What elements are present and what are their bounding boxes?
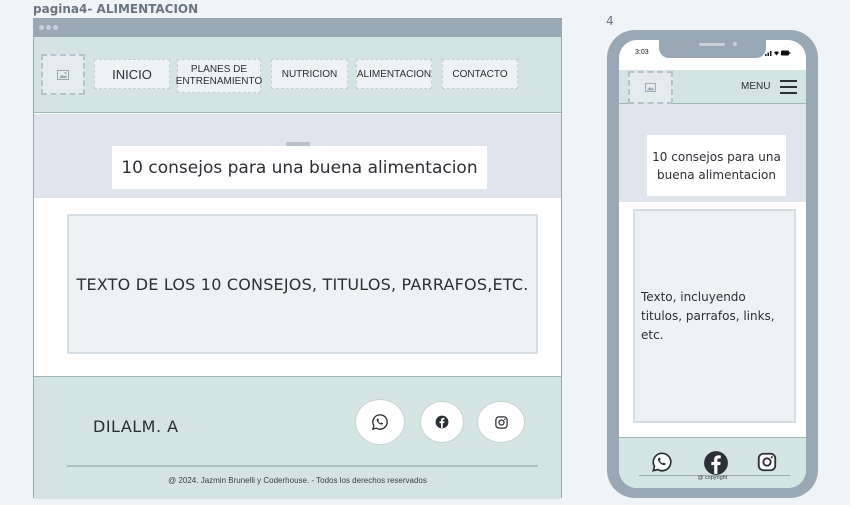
whatsapp-button[interactable] — [355, 399, 405, 445]
logo-placeholder[interactable] — [41, 54, 85, 95]
mobile-content-box: Texto, incluyendo titulos, parrafos, lin… — [633, 209, 796, 423]
facebook-button[interactable] — [420, 401, 464, 443]
page-label: pagina4- ALIMENTACION — [33, 2, 199, 16]
mobile-logo-placeholder[interactable] — [628, 71, 673, 104]
mobile-hero-section: 10 consejos para una buena alimentacion — [619, 104, 806, 202]
signal-wifi-battery-icon — [765, 50, 791, 56]
hamburger-menu-icon[interactable] — [780, 80, 797, 94]
nav-item-planes[interactable]: PLANES DE ENTRENAMIENTO — [176, 59, 262, 93]
instagram-button[interactable] — [477, 401, 525, 443]
browser-title-bar — [34, 19, 561, 37]
mobile-footer: @ copyright — [619, 437, 806, 488]
hero-title: 10 consejos para una buena alimentacion — [112, 146, 487, 189]
nav-item-contacto[interactable]: CONTACTO — [442, 59, 518, 89]
mobile-instagram-button[interactable] — [756, 451, 778, 473]
frame-number: 4 — [606, 14, 614, 28]
footer-brand: DILALM. A — [93, 417, 179, 436]
mobile-whatsapp-button[interactable] — [651, 451, 673, 473]
whatsapp-icon — [371, 414, 388, 431]
status-time: 3:03 — [635, 49, 649, 56]
mobile-screen: 3:03 MENU 10 consejos para una buena ali… — [619, 40, 806, 488]
window-dot — [39, 25, 44, 30]
content-text-box: TEXTO DE LOS 10 CONSEJOS, TITULOS, PARRA… — [67, 214, 538, 354]
notch-speaker — [699, 43, 725, 46]
nav-item-inicio[interactable]: INICIO — [94, 59, 170, 89]
footer-copyright: @ 2024. Jazmin Brunelli y Coderhouse. - … — [168, 476, 427, 485]
footer-divider — [67, 465, 538, 467]
image-icon — [645, 83, 656, 92]
nav-item-nutricion[interactable]: NUTRICION — [271, 59, 348, 89]
mobile-facebook-button[interactable] — [703, 450, 729, 476]
whatsapp-icon — [652, 452, 672, 472]
facebook-icon — [435, 415, 449, 429]
hero-section: 10 consejos para una buena alimentacion — [34, 114, 561, 198]
mobile-footer-copyright: @ copyright — [697, 475, 728, 481]
window-dot — [46, 25, 51, 30]
mobile-navbar: MENU — [619, 70, 806, 104]
notch-camera — [733, 42, 737, 46]
instagram-icon — [494, 415, 508, 429]
nav-item-alimentacion[interactable]: ALIMENTACION — [356, 59, 432, 89]
instagram-icon — [757, 452, 777, 472]
mobile-hero-title: 10 consejos para una buena alimentacion — [647, 135, 786, 196]
menu-label[interactable]: MENU — [741, 81, 770, 92]
window-dot — [53, 25, 58, 30]
phone-notch — [659, 40, 766, 58]
status-icons — [765, 49, 791, 58]
desktop-frame: INICIO PLANES DE ENTRENAMIENTO NUTRICION… — [33, 18, 562, 499]
mobile-frame: 3:03 MENU 10 consejos para una buena ali… — [607, 30, 818, 498]
desktop-navbar: INICIO PLANES DE ENTRENAMIENTO NUTRICION… — [34, 37, 561, 113]
facebook-icon — [704, 451, 728, 475]
image-icon — [57, 69, 69, 80]
desktop-footer: DILALM. A @ 2024. Jazmin Brunelli y Code… — [34, 376, 561, 499]
